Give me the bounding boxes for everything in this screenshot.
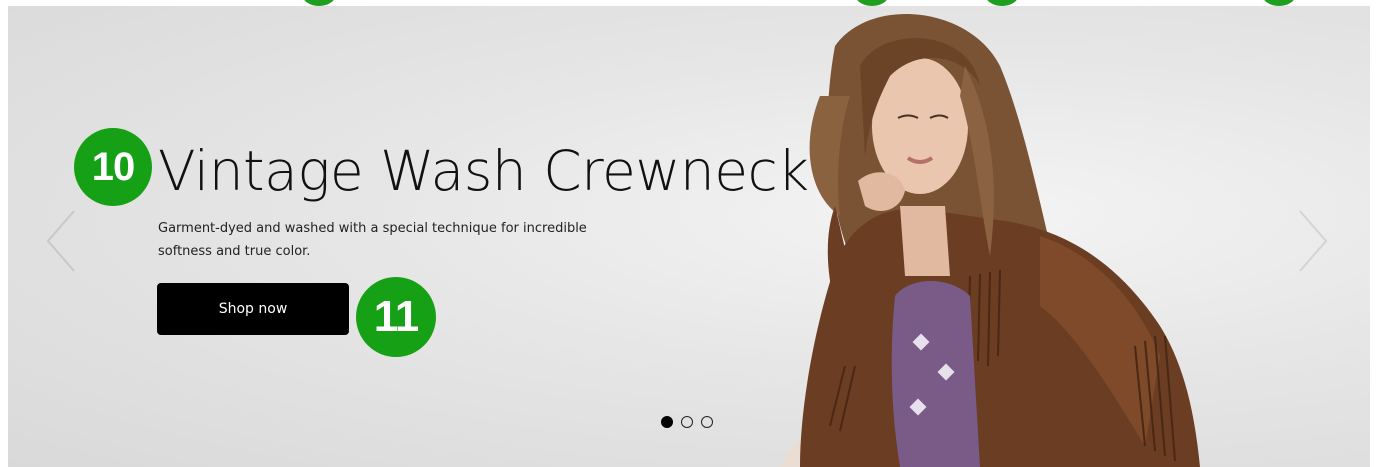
next-slide-arrow[interactable]	[1296, 209, 1330, 273]
carousel-dot-2[interactable]	[681, 416, 693, 428]
model-photo	[740, 6, 1300, 467]
chevron-left-icon	[46, 210, 75, 272]
hero-slider: 10 Vintage Wash Crewneck Garment-dyed an…	[8, 6, 1370, 467]
shop-now-button[interactable]: Shop now	[157, 283, 349, 335]
carousel-dot-1[interactable]	[661, 416, 673, 428]
carousel-dot-3[interactable]	[701, 416, 713, 428]
annotation-marker-title: 10	[74, 128, 152, 206]
carousel-dots	[661, 416, 713, 428]
slide-description: Garment-dyed and washed with a special t…	[158, 221, 587, 259]
slide-title: Vintage Wash Crewneck	[158, 139, 809, 203]
prev-slide-arrow[interactable]	[44, 209, 78, 273]
annotation-marker-cta: 11	[356, 277, 436, 357]
chevron-right-icon	[1299, 210, 1328, 272]
